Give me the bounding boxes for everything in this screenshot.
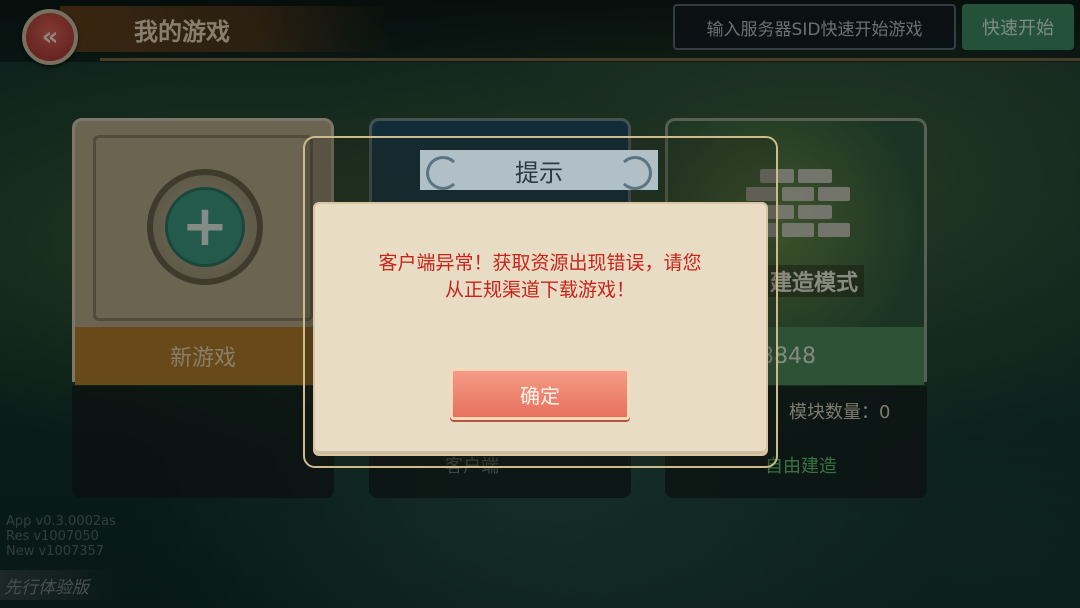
alert-dialog-header: 提示 (420, 150, 658, 190)
alert-dialog-title: 提示 (515, 158, 563, 187)
alert-message-line2: 从正规渠道下载游戏！ (444, 279, 635, 301)
alert-message: 客户端异常！获取资源出现错误，请您 从正规渠道下载游戏！ (330, 250, 750, 304)
confirm-button[interactable]: 确定 (450, 368, 630, 420)
alert-message-line1: 客户端异常！获取资源出现错误，请您 (378, 252, 702, 274)
